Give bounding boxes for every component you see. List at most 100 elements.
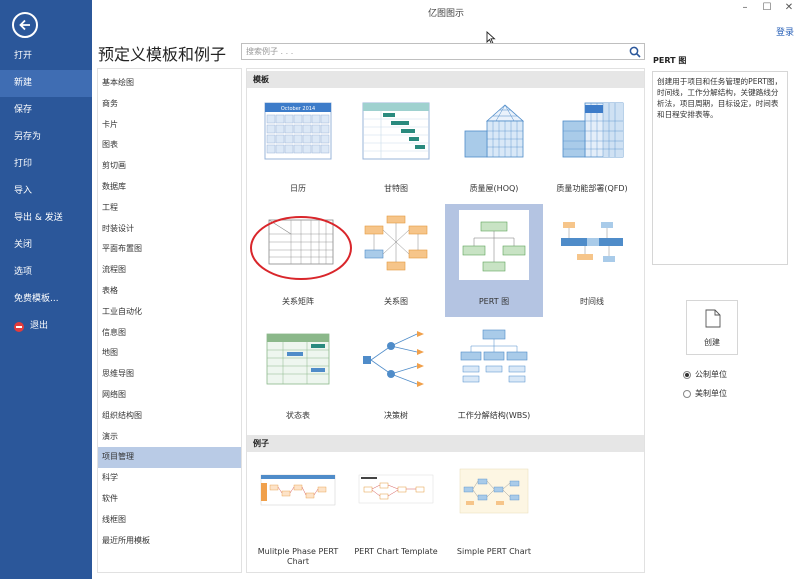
category-item[interactable]: 工程 xyxy=(98,198,241,219)
calendar-month-text: October 2014 xyxy=(281,106,315,112)
create-button[interactable]: 创建 xyxy=(686,300,738,355)
example-label: Mulitple Phase PERT Chart xyxy=(257,547,339,566)
template-label: 工作分解结构(WBS) xyxy=(457,411,531,420)
details-title: PERT 图 xyxy=(653,56,687,65)
category-item[interactable]: 表格 xyxy=(98,281,241,302)
unit-option-us[interactable]: 美制单位 xyxy=(683,388,727,399)
category-item[interactable]: 商务 xyxy=(98,94,241,115)
title-bar: 亿图图示 – ☐ ✕ xyxy=(92,0,800,24)
template-label: 决策树 xyxy=(384,411,408,420)
unit-label: 公制单位 xyxy=(695,370,727,379)
category-item[interactable]: 信息图 xyxy=(98,323,241,344)
template-timeline[interactable]: 时间线 xyxy=(543,204,641,317)
radio-icon[interactable] xyxy=(683,389,691,398)
category-item[interactable]: 地图 xyxy=(98,343,241,364)
menu-exit-label: 退出 xyxy=(30,321,49,331)
examples-section-header: 例子 xyxy=(247,435,644,452)
template-gantt[interactable]: 甘特图 xyxy=(347,91,445,204)
category-item[interactable]: 组织结构图 xyxy=(98,406,241,427)
category-item[interactable]: 线框图 xyxy=(98,510,241,531)
template-wbs[interactable]: 工作分解结构(WBS) xyxy=(445,318,543,431)
pert-chart-template-thumbnail xyxy=(358,474,434,504)
category-item[interactable]: 平面布置图 xyxy=(98,239,241,260)
backstage-sidebar: 打开 新建 保存 另存为 打印 导入 导出 & 发送 关闭 选项 免费模板...… xyxy=(0,0,92,579)
category-item[interactable]: 时装设计 xyxy=(98,219,241,240)
category-item[interactable]: 数据库 xyxy=(98,177,241,198)
template-decision-tree[interactable]: 决策树 xyxy=(347,318,445,431)
menu-print-label: 打印 xyxy=(14,159,33,169)
relation-diagram-thumbnail xyxy=(364,215,428,271)
template-state-table[interactable]: 状态表 xyxy=(249,318,347,431)
template-qfd[interactable]: 质量功能部署(QFD) xyxy=(543,91,641,204)
example-multiple-phase-pert[interactable]: Mulitple Phase PERT Chart xyxy=(249,461,347,574)
template-relation-diagram[interactable]: 关系图 xyxy=(347,204,445,317)
menu-save-label: 保存 xyxy=(14,105,33,115)
menu-export-send-label: 导出 & 发送 xyxy=(14,213,63,223)
template-hoq[interactable]: 质量屋(HOQ) xyxy=(445,91,543,204)
menu-options[interactable]: 选项 xyxy=(0,259,92,286)
create-label: 创建 xyxy=(704,338,720,347)
category-item[interactable]: 演示 xyxy=(98,427,241,448)
login-link[interactable]: 登录 xyxy=(776,25,794,38)
menu-save[interactable]: 保存 xyxy=(0,97,92,124)
example-label: PERT Chart Template xyxy=(354,547,438,556)
multiple-phase-pert-thumbnail xyxy=(260,474,336,506)
template-label: 甘特图 xyxy=(384,184,408,193)
menu-open[interactable]: 打开 xyxy=(0,43,92,70)
unit-option-metric[interactable]: 公制单位 xyxy=(683,369,727,380)
menu-free-templates[interactable]: 免费模板... xyxy=(0,286,92,313)
menu-exit[interactable]: 退出 xyxy=(0,313,92,340)
template-label: 关系矩阵 xyxy=(282,297,314,306)
category-item[interactable]: 图表 xyxy=(98,135,241,156)
category-item[interactable]: 思维导图 xyxy=(98,364,241,385)
category-item[interactable]: 剪切画 xyxy=(98,156,241,177)
search-input[interactable] xyxy=(242,44,622,59)
radio-icon[interactable] xyxy=(683,370,691,379)
menu-close[interactable]: 关闭 xyxy=(0,232,92,259)
menu-import[interactable]: 导入 xyxy=(0,178,92,205)
details-description: 创建用于项目和任务管理的PERT图，时间线，工作分解结构，关键路线分析法，项目周… xyxy=(652,71,788,265)
category-item[interactable]: 软件 xyxy=(98,489,241,510)
category-item[interactable]: 网络图 xyxy=(98,385,241,406)
menu-save-as[interactable]: 另存为 xyxy=(0,124,92,151)
unit-label: 美制单位 xyxy=(695,389,727,398)
minimize-icon[interactable]: – xyxy=(736,2,754,13)
hoq-thumbnail xyxy=(464,104,525,158)
menu-new[interactable]: 新建 xyxy=(0,70,92,97)
pert-thumbnail xyxy=(459,210,529,280)
new-document-icon xyxy=(705,309,721,328)
example-pert-chart-template[interactable]: PERT Chart Template xyxy=(347,461,445,574)
close-icon[interactable]: ✕ xyxy=(780,2,798,13)
menu-close-label: 关闭 xyxy=(14,240,33,250)
decision-tree-thumbnail xyxy=(363,331,424,387)
maximize-icon[interactable]: ☐ xyxy=(758,2,776,13)
back-arrow-icon[interactable] xyxy=(12,12,38,38)
app-title: 亿图图示 xyxy=(427,9,464,19)
exit-icon xyxy=(14,321,24,332)
category-item[interactable]: 科学 xyxy=(98,468,241,489)
category-item[interactable]: 卡片 xyxy=(98,115,241,136)
template-label: 质量功能部署(QFD) xyxy=(556,184,628,193)
search-box xyxy=(241,43,645,60)
category-item[interactable]: 工业自动化 xyxy=(98,302,241,323)
example-simple-pert-chart[interactable]: Simple PERT Chart xyxy=(445,461,543,574)
category-item[interactable]: 流程图 xyxy=(98,260,241,281)
category-item-active[interactable]: 项目管理 xyxy=(98,447,241,469)
menu-new-label: 新建 xyxy=(14,78,33,88)
simple-pert-chart-thumbnail xyxy=(459,468,529,514)
template-label: 关系图 xyxy=(384,297,408,306)
menu-print[interactable]: 打印 xyxy=(0,151,92,178)
search-icon[interactable] xyxy=(629,46,641,58)
template-label: 时间线 xyxy=(580,297,604,306)
template-calendar[interactable]: October 2014 日历 xyxy=(249,91,347,204)
menu-import-label: 导入 xyxy=(14,186,33,196)
page-title: 预定义模板和例子 xyxy=(98,45,227,64)
template-label: 状态表 xyxy=(286,411,310,420)
category-item[interactable]: 基本绘图 xyxy=(98,73,241,94)
template-pert-selected[interactable]: PERT 图 xyxy=(445,204,543,317)
timeline-thumbnail xyxy=(561,222,623,262)
template-relation-matrix[interactable]: 关系矩阵 xyxy=(249,204,352,317)
qfd-thumbnail xyxy=(562,102,624,158)
category-item[interactable]: 最近所用模板 xyxy=(98,531,241,552)
menu-export-send[interactable]: 导出 & 发送 xyxy=(0,205,92,232)
